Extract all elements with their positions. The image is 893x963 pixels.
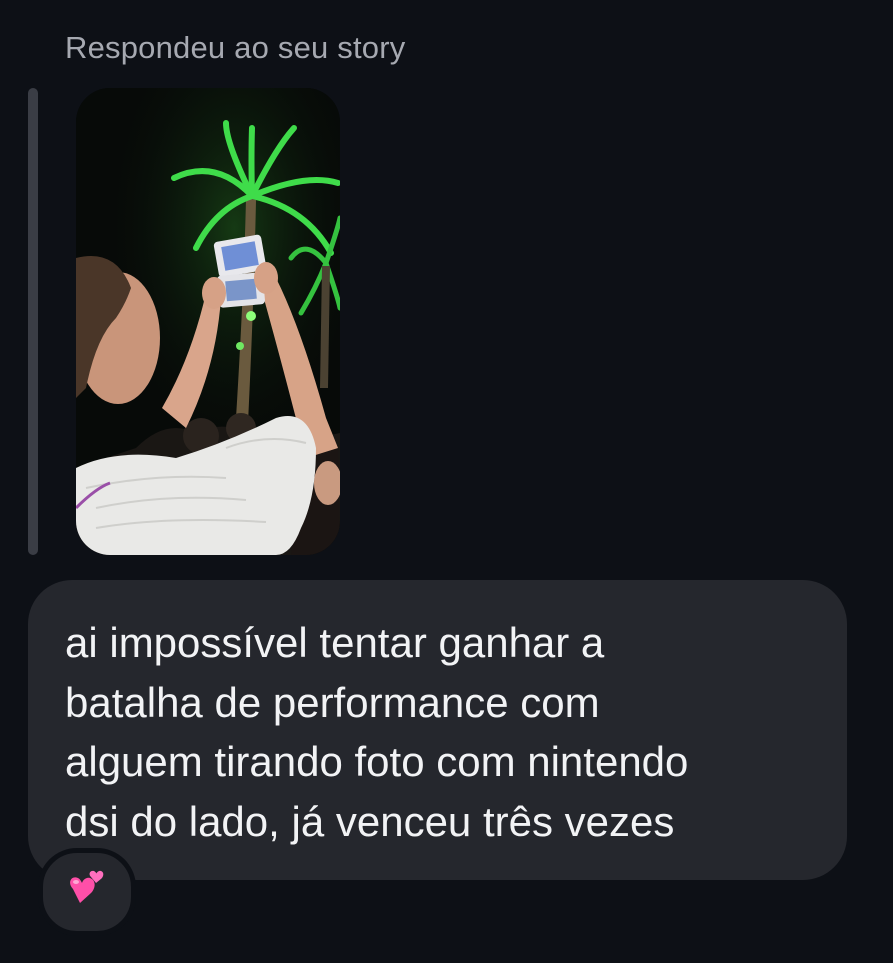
story-reply-label: Respondeu ao seu story [65, 30, 406, 65]
story-thumbnail[interactable] [76, 88, 340, 555]
two-hearts-icon [70, 870, 104, 903]
message-text: ai impossível tentar ganhar a batalha de… [65, 619, 689, 845]
reaction-badge[interactable] [38, 848, 136, 936]
story-photo [76, 88, 340, 555]
story-quote-bar [28, 88, 38, 555]
